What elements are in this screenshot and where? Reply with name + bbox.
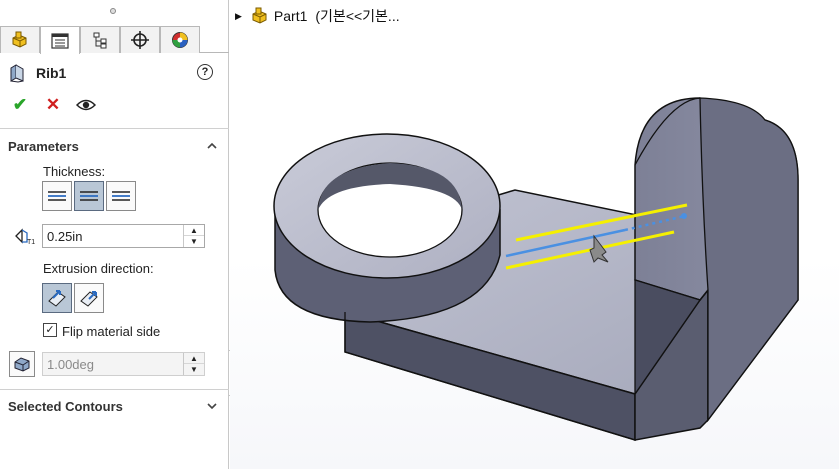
parallel-to-sketch-button[interactable] bbox=[42, 283, 72, 313]
help-icon[interactable]: ? bbox=[197, 64, 213, 80]
appearance-icon bbox=[172, 32, 188, 48]
cancel-button[interactable]: ✕ bbox=[43, 95, 63, 115]
spin-up-icon[interactable]: ▲ bbox=[184, 225, 204, 236]
draft-icon bbox=[14, 357, 30, 372]
preview-button[interactable] bbox=[76, 95, 96, 115]
section-divider bbox=[0, 128, 229, 129]
display-manager-tab[interactable] bbox=[160, 26, 200, 53]
manager-tab-bar bbox=[0, 26, 229, 54]
property-manager-tab[interactable] bbox=[40, 26, 80, 54]
feature-title: Rib1 bbox=[36, 65, 67, 81]
normal-to-sketch-button[interactable] bbox=[74, 283, 104, 313]
action-row: ✔ ✕ bbox=[10, 95, 109, 115]
thickness-label: Thickness: bbox=[43, 164, 106, 179]
flip-material-label[interactable]: Flip material side bbox=[62, 324, 160, 339]
sketch-endpoint bbox=[681, 213, 687, 219]
thickness-second-side-button[interactable] bbox=[106, 181, 136, 211]
thickness-both-sides-button[interactable] bbox=[74, 181, 104, 211]
crosshair-icon bbox=[131, 31, 149, 49]
chevron-up-icon[interactable] bbox=[206, 140, 218, 152]
spin-down-icon[interactable]: ▼ bbox=[184, 236, 204, 247]
eye-icon bbox=[76, 99, 96, 111]
normal-to-sketch-icon bbox=[80, 291, 98, 307]
draft-toggle-button[interactable] bbox=[9, 351, 35, 377]
part-model-view[interactable] bbox=[230, 0, 839, 469]
svg-text:T1: T1 bbox=[27, 239, 35, 245]
graphics-area[interactable]: ▶ Part1 (기본<<기본... bbox=[230, 0, 839, 469]
panel-grip-handle[interactable] bbox=[110, 8, 116, 14]
thickness-options bbox=[42, 181, 138, 211]
extrusion-direction-label: Extrusion direction: bbox=[43, 261, 154, 276]
feature-title-row: Rib1 bbox=[8, 62, 66, 84]
spin-down-icon[interactable]: ▼ bbox=[184, 364, 204, 375]
second-side-icon bbox=[112, 191, 130, 201]
upright-side-face bbox=[699, 97, 799, 422]
thickness-icon: T1 bbox=[15, 228, 35, 245]
first-side-icon bbox=[48, 191, 66, 201]
thickness-input[interactable]: 0.25in ▲ ▼ bbox=[42, 224, 205, 248]
draft-angle-spinner: ▲ ▼ bbox=[183, 353, 204, 375]
both-sides-icon bbox=[80, 191, 98, 201]
extrusion-direction-options bbox=[42, 283, 106, 313]
thickness-value[interactable]: 0.25in bbox=[47, 229, 82, 244]
ok-button[interactable]: ✔ bbox=[10, 95, 30, 115]
thickness-spinner: ▲ ▼ bbox=[183, 225, 204, 247]
dimxpert-manager-tab[interactable] bbox=[120, 26, 160, 53]
rib-icon bbox=[10, 64, 24, 83]
part-icon bbox=[12, 31, 27, 48]
draft-angle-input[interactable]: 1.00deg ▲ ▼ bbox=[42, 352, 205, 376]
selected-contours-heading[interactable]: Selected Contours bbox=[8, 399, 123, 414]
thickness-first-side-button[interactable] bbox=[42, 181, 72, 211]
flip-material-checkbox[interactable]: ✓ bbox=[43, 323, 57, 337]
property-manager-panel: Rib1 ? ✔ ✕ Parameters Thickness: T1 0.25… bbox=[0, 0, 229, 469]
draft-angle-value: 1.00deg bbox=[47, 357, 94, 372]
parallel-to-sketch-icon bbox=[48, 290, 66, 307]
configuration-manager-tab[interactable] bbox=[80, 26, 120, 53]
chevron-down-icon[interactable] bbox=[206, 400, 218, 412]
property-sheet-icon bbox=[51, 32, 69, 49]
feature-manager-tab[interactable] bbox=[0, 26, 40, 53]
parameters-heading[interactable]: Parameters bbox=[8, 139, 79, 154]
spin-up-icon[interactable]: ▲ bbox=[184, 353, 204, 364]
section-divider bbox=[0, 389, 229, 390]
configuration-icon bbox=[93, 32, 107, 49]
